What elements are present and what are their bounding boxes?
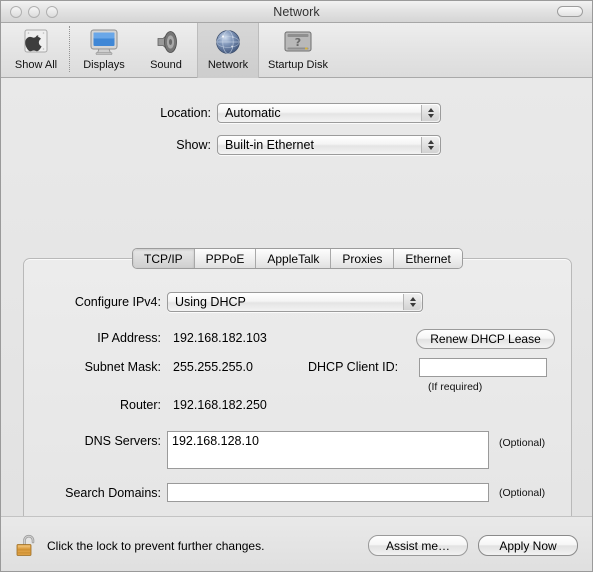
hard-disk-icon: ? — [281, 27, 315, 57]
search-domains-input[interactable] — [167, 483, 489, 502]
svg-text:?: ? — [295, 36, 301, 49]
zoom-button[interactable] — [46, 5, 58, 18]
toolbar-item-label: Sound — [150, 59, 182, 71]
title-bar: Network — [1, 1, 592, 23]
window-title: Network — [273, 4, 320, 19]
lock-hint-text: Click the lock to prevent further change… — [47, 539, 265, 553]
dhcp-client-id-label: DHCP Client ID: — [308, 360, 399, 374]
toolbar-item-label: Displays — [83, 59, 125, 71]
settings-tab-bar: TCP/IP PPPoE AppleTalk Proxies Ethernet — [132, 248, 463, 269]
ip-address-label: IP Address: — [97, 331, 161, 345]
location-popup-button[interactable]: Automatic — [217, 103, 441, 123]
show-label: Show: — [176, 138, 211, 152]
chevron-updown-icon — [421, 105, 439, 121]
search-domains-optional-label: (Optional) — [499, 487, 546, 499]
chevron-updown-icon — [421, 137, 439, 153]
configure-ipv4-popup-button[interactable]: Using DHCP — [167, 292, 423, 312]
minimize-button[interactable] — [28, 5, 40, 18]
show-value: Built-in Ethernet — [225, 138, 314, 152]
ip-address-row: IP Address: 192.168.182.103 — [24, 331, 267, 345]
location-value: Automatic — [225, 106, 281, 120]
toolbar-item-network[interactable]: Network — [197, 23, 259, 78]
dhcp-client-id-hint: (If required) — [428, 381, 483, 393]
action-buttons: Assist me… Apply Now — [368, 535, 578, 556]
dns-servers-input[interactable]: 192.168.128.10 — [167, 431, 489, 469]
display-icon — [88, 27, 120, 57]
chevron-updown-icon — [403, 294, 421, 310]
toolbar-item-startup-disk[interactable]: ? Startup Disk — [259, 23, 337, 78]
show-popup-button[interactable]: Built-in Ethernet — [217, 135, 441, 155]
assist-me-button[interactable]: Assist me… — [368, 535, 468, 556]
bottom-bar: Click the lock to prevent further change… — [1, 516, 592, 571]
dhcp-client-id-input[interactable] — [419, 358, 547, 377]
open-padlock-icon[interactable] — [15, 533, 39, 559]
tab-tcp-ip[interactable]: TCP/IP — [133, 249, 195, 268]
tab-ethernet[interactable]: Ethernet — [394, 249, 462, 268]
location-label: Location: — [160, 106, 211, 120]
toolbar-item-displays[interactable]: Displays — [73, 23, 135, 78]
toolbar-toggle-button[interactable] — [557, 6, 583, 17]
network-preferences-pane: Location: Automatic Show: Built-in Ether… — [1, 78, 592, 571]
dns-servers-label: DNS Servers: — [84, 434, 161, 448]
subnet-mask-label: Subnet Mask: — [84, 360, 161, 374]
lock-row: Click the lock to prevent further change… — [15, 533, 264, 559]
close-button[interactable] — [10, 5, 22, 18]
window-controls — [10, 5, 58, 18]
globe-icon — [213, 27, 243, 57]
configure-ipv4-value: Using DHCP — [175, 295, 246, 309]
subnet-mask-row: Subnet Mask: 255.255.255.0 — [24, 360, 253, 374]
dns-servers-optional-label: (Optional) — [499, 437, 546, 449]
toolbar-item-label: Show All — [14, 59, 58, 71]
toolbar-item-show-all[interactable]: Show All — [5, 23, 67, 78]
router-label: Router: — [120, 398, 161, 412]
show-all-icon — [21, 27, 51, 57]
configure-ipv4-row: Configure IPv4: Using DHCP — [24, 292, 423, 312]
router-row: Router: 192.168.182.250 — [24, 398, 267, 412]
tab-pppoe[interactable]: PPPoE — [194, 249, 257, 268]
renew-dhcp-lease-button[interactable]: Renew DHCP Lease — [416, 329, 555, 349]
configure-ipv4-label: Configure IPv4: — [74, 295, 161, 309]
tab-proxies[interactable]: Proxies — [331, 249, 395, 268]
toolbar-separator — [69, 26, 71, 72]
ip-address-value: 192.168.182.103 — [173, 331, 267, 345]
toolbar-item-sound[interactable]: Sound — [135, 23, 197, 78]
search-domains-label: Search Domains: — [65, 486, 161, 500]
toolbar-item-label: Startup Disk — [268, 59, 328, 71]
apply-now-button[interactable]: Apply Now — [478, 535, 578, 556]
show-row: Show: Built-in Ethernet — [1, 135, 441, 155]
system-preferences-window: Network Show All Displays Sound Network … — [0, 0, 593, 572]
location-row: Location: Automatic — [1, 103, 441, 123]
speaker-icon — [151, 27, 181, 57]
subnet-mask-value: 255.255.255.0 — [173, 360, 253, 374]
router-value: 192.168.182.250 — [173, 398, 267, 412]
preferences-toolbar: Show All Displays Sound Network ? Startu… — [1, 23, 592, 78]
tab-appletalk[interactable]: AppleTalk — [256, 249, 332, 268]
toolbar-item-label: Network — [207, 59, 249, 71]
